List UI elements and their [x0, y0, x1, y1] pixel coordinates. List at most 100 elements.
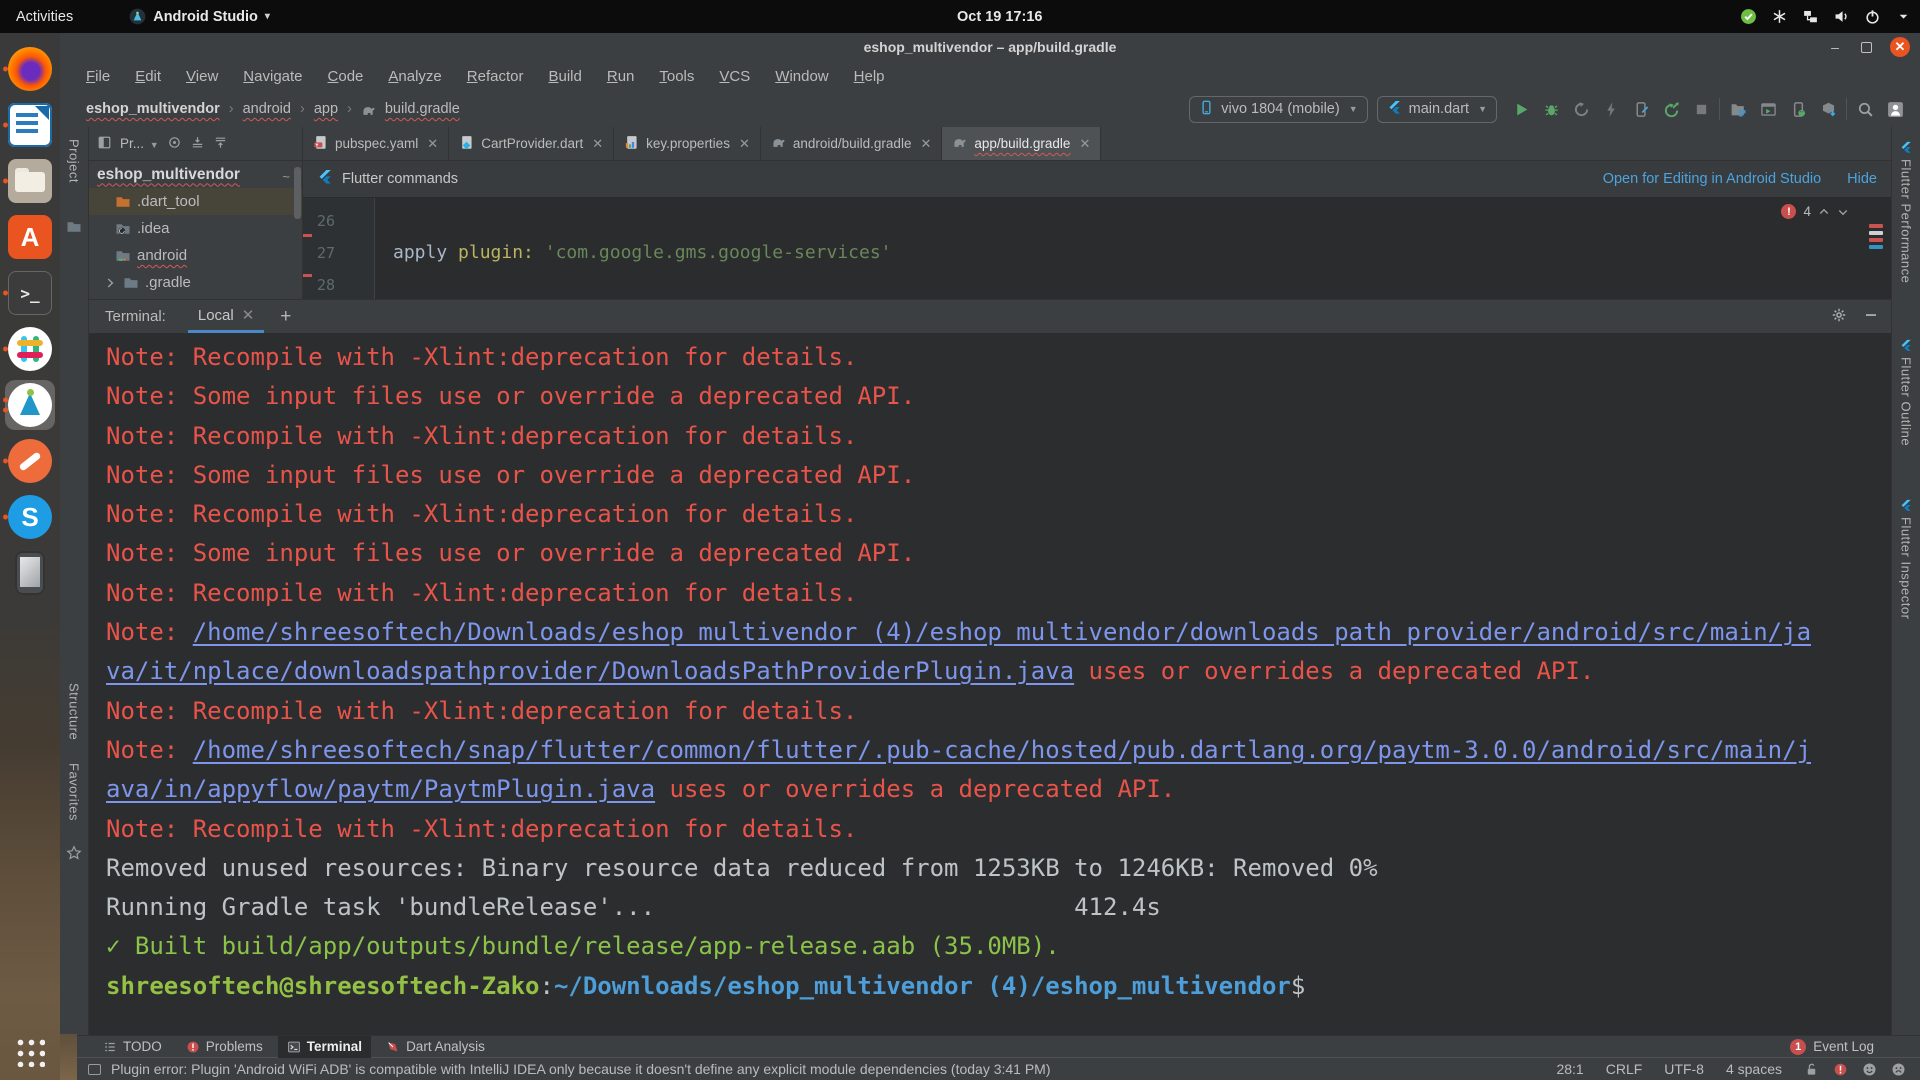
- locate-icon[interactable]: [167, 135, 182, 153]
- stop-button[interactable]: [1686, 95, 1716, 123]
- terminal-settings-icon[interactable]: [1831, 307, 1847, 327]
- activities-button[interactable]: Activities: [0, 9, 89, 25]
- tool-button-problems[interactable]: Problems: [177, 1036, 272, 1058]
- breadcrumb-item[interactable]: android: [243, 101, 291, 117]
- attach-debugger-button[interactable]: [1626, 95, 1656, 123]
- tree-scrollbar[interactable]: [294, 167, 301, 219]
- menu-file[interactable]: File: [86, 68, 110, 85]
- device-file-explorer-button[interactable]: [1723, 95, 1753, 123]
- project-view-selector[interactable]: Pr... ▼: [120, 136, 159, 151]
- dock-item-skype[interactable]: S: [2, 489, 58, 545]
- tool-stripe-flutter-inspector[interactable]: Flutter Inspector: [1899, 499, 1914, 619]
- frown-icon[interactable]: [1891, 1062, 1906, 1077]
- close-icon[interactable]: ✕: [920, 136, 931, 152]
- tool-button-todo[interactable]: TODO: [94, 1036, 171, 1058]
- system-tray[interactable]: [1740, 8, 1912, 25]
- run-button[interactable]: [1506, 95, 1536, 123]
- line-separator[interactable]: CRLF: [1606, 1061, 1643, 1077]
- lock-icon[interactable]: [1804, 1062, 1819, 1077]
- debug-button[interactable]: [1536, 95, 1566, 123]
- tree-item-android[interactable]: android: [89, 242, 302, 269]
- profile-avatar-button[interactable]: [1880, 95, 1910, 123]
- menu-help[interactable]: Help: [854, 68, 885, 85]
- editor-tab-appbuildgradle[interactable]: app/build.gradle✕: [942, 127, 1101, 160]
- folder-icon[interactable]: [66, 219, 82, 235]
- menu-refactor[interactable]: Refactor: [467, 68, 524, 85]
- tree-item-gradle[interactable]: .gradle: [89, 269, 302, 296]
- close-icon[interactable]: ✕: [592, 136, 603, 152]
- close-button[interactable]: ✕: [1890, 37, 1910, 57]
- tree-item-idea[interactable]: .idea: [89, 215, 302, 242]
- search-everywhere-button[interactable]: [1850, 95, 1880, 123]
- collapse-all-icon[interactable]: [190, 135, 205, 153]
- menu-code[interactable]: Code: [328, 68, 364, 85]
- editor-tab-CartProviderdart[interactable]: CartProvider.dart✕: [449, 127, 614, 160]
- minimize-button[interactable]: –: [1827, 39, 1843, 55]
- menu-vcs[interactable]: VCS: [719, 68, 750, 85]
- logcat-button[interactable]: [1753, 95, 1783, 123]
- sdk-manager-button[interactable]: [1813, 95, 1843, 123]
- smile-icon[interactable]: [1862, 1062, 1877, 1077]
- terminal-tab-local[interactable]: Local ✕: [188, 300, 264, 333]
- indent-setting[interactable]: 4 spaces: [1726, 1061, 1782, 1077]
- menu-window[interactable]: Window: [775, 68, 828, 85]
- editor-code[interactable]: apply plugin: 'com.google.gms.google-ser…: [375, 198, 1891, 299]
- breadcrumb-item[interactable]: eshop_multivendor: [86, 101, 220, 117]
- power-icon[interactable]: [1864, 8, 1881, 25]
- new-terminal-button[interactable]: +: [280, 306, 291, 328]
- menu-navigate[interactable]: Navigate: [243, 68, 302, 85]
- dock-item-show-applications[interactable]: [2, 1024, 58, 1080]
- caret-position[interactable]: 28:1: [1556, 1061, 1583, 1077]
- terminal-output[interactable]: Note: Recompile with -Xlint:deprecation …: [89, 333, 1891, 1035]
- tool-stripe-structure[interactable]: Structure: [67, 683, 82, 740]
- dock-item-terminal[interactable]: >_: [2, 265, 58, 321]
- window-titlebar[interactable]: eshop_multivendor – app/build.gradle – ✕: [60, 33, 1920, 61]
- dock-item-slack[interactable]: [2, 321, 58, 377]
- dock-item-libreoffice-writer[interactable]: [2, 97, 58, 153]
- close-icon[interactable]: ✕: [242, 306, 255, 324]
- star-icon[interactable]: [66, 845, 82, 861]
- tool-stripe-favorites[interactable]: Favorites: [67, 763, 82, 821]
- clock[interactable]: Oct 19 17:16: [957, 9, 1042, 25]
- hot-restart-button[interactable]: [1656, 95, 1686, 123]
- dock-item-phone-mirror[interactable]: [2, 545, 58, 601]
- app-menu[interactable]: Android Studio ▾: [129, 8, 270, 25]
- inspection-widget[interactable]: ! 4: [1781, 204, 1849, 219]
- file-encoding[interactable]: UTF-8: [1664, 1061, 1704, 1077]
- dock-item-files[interactable]: [2, 153, 58, 209]
- tool-button-dart-analysis[interactable]: Dart Analysis: [377, 1036, 494, 1058]
- dock-item-firefox[interactable]: [2, 41, 58, 97]
- run-config-selector[interactable]: main.dart ▼: [1377, 96, 1497, 123]
- breadcrumb-item[interactable]: build.gradle: [385, 101, 460, 117]
- file-path-link[interactable]: /home/shreesoftech/snap/flutter/common/f…: [193, 736, 1811, 764]
- asterisk-icon[interactable]: [1771, 8, 1788, 25]
- chevron-down-icon[interactable]: [1837, 206, 1849, 218]
- menu-run[interactable]: Run: [607, 68, 635, 85]
- status-ok-icon[interactable]: [1740, 8, 1757, 25]
- error-circle-icon[interactable]: [1833, 1062, 1848, 1077]
- tool-stripe-flutter-performance[interactable]: Flutter Performance: [1899, 141, 1914, 283]
- menu-tools[interactable]: Tools: [659, 68, 694, 85]
- file-path-link[interactable]: va/it/nplace/downloadspathprovider/Downl…: [106, 657, 1074, 685]
- hot-reload-button[interactable]: [1596, 95, 1626, 123]
- tree-item-eshopmultivendor[interactable]: eshop_multivendor: [89, 161, 302, 188]
- dock-item-android-studio[interactable]: [2, 377, 58, 433]
- breadcrumb-item[interactable]: app: [314, 101, 338, 117]
- expand-all-icon[interactable]: [213, 135, 228, 153]
- profile-button[interactable]: [1566, 95, 1596, 123]
- device-manager-button[interactable]: [1783, 95, 1813, 123]
- dock-item-postman[interactable]: [2, 433, 58, 489]
- editor-tab-keyproperties[interactable]: key.properties✕: [614, 127, 761, 160]
- close-icon[interactable]: ✕: [739, 136, 750, 152]
- editor-tab-androidbuildgradle[interactable]: android/build.gradle✕: [761, 127, 943, 160]
- hide-banner-link[interactable]: Hide: [1847, 171, 1877, 187]
- editor-tab-pubspecyaml[interactable]: pubspec.yaml✕: [303, 127, 449, 160]
- tool-stripe-flutter-outline[interactable]: Flutter Outline: [1899, 339, 1914, 446]
- file-path-link[interactable]: /home/shreesoftech/Downloads/eshop_multi…: [193, 618, 1811, 646]
- event-log-button[interactable]: 1Event Log: [1790, 1039, 1874, 1055]
- close-icon[interactable]: ✕: [427, 136, 438, 152]
- chevron-down-icon[interactable]: [1895, 8, 1912, 25]
- status-message[interactable]: Plugin error: Plugin 'Android WiFi ADB' …: [111, 1061, 1051, 1077]
- network-icon[interactable]: [1802, 8, 1819, 25]
- menu-build[interactable]: Build: [548, 68, 581, 85]
